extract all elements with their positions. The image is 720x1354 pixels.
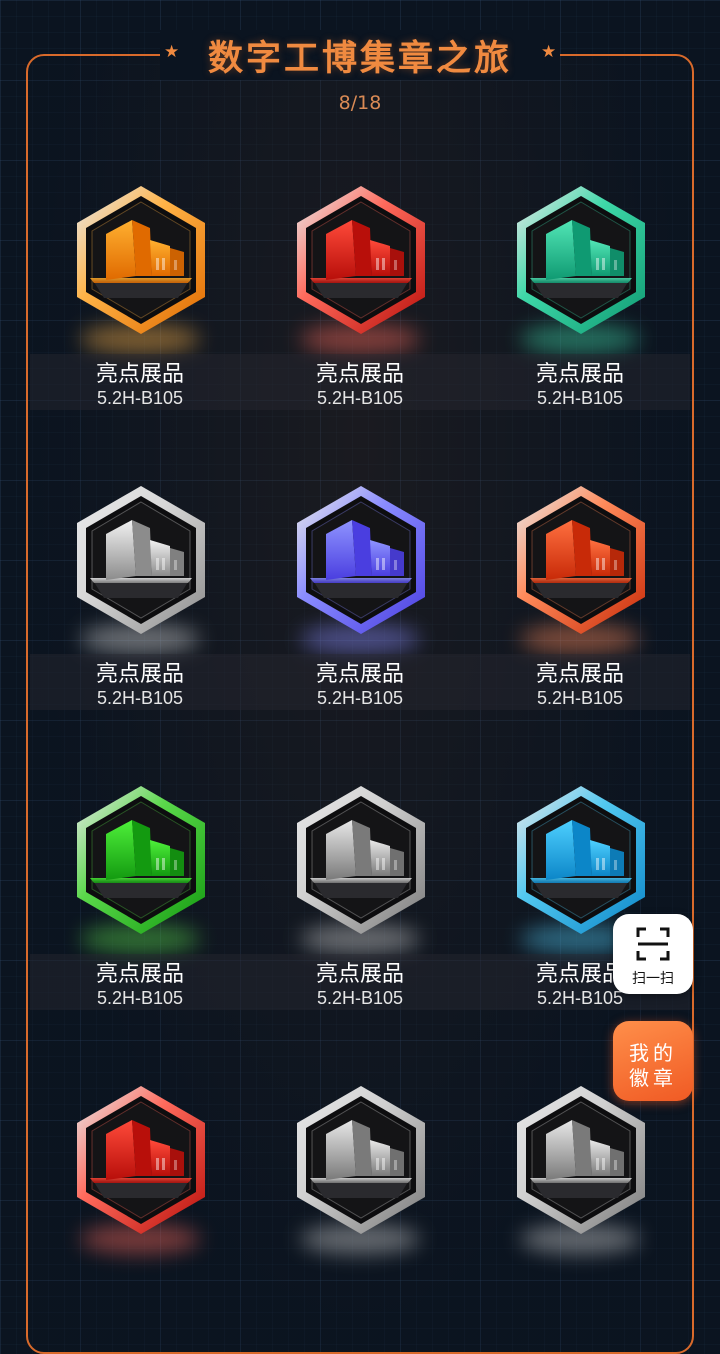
badge-hexagon-icon	[77, 786, 205, 934]
badge-item[interactable]: 亮点展品 5.2H-B105	[30, 484, 250, 744]
badge-hexagon-icon	[297, 186, 425, 334]
badge-name: 亮点展品	[315, 362, 404, 387]
badge-hexagon-icon	[297, 486, 425, 634]
badge-hexagon-icon	[517, 186, 645, 334]
badge-item[interactable]: 亮点展品 5.2H-B105	[30, 184, 250, 444]
badge-item[interactable]: 亮点展品 5.2H-B105	[250, 784, 470, 1044]
badge-name: 亮点展品	[535, 662, 624, 687]
badge-location-code: 5.2H-B105	[96, 988, 184, 1008]
my-badges-button[interactable]: 我的 徽章	[613, 1021, 693, 1101]
badge-item[interactable]: 亮点展品 5.2H-B105	[250, 184, 470, 444]
badge-item[interactable]	[30, 1084, 250, 1344]
badge-name: 亮点展品	[535, 362, 624, 387]
scan-label: 扫一扫	[632, 971, 674, 987]
badge-name: 亮点展品	[95, 962, 184, 987]
badge-item[interactable]: 亮点展品 5.2H-B105	[250, 484, 470, 744]
badge-location-code: 5.2H-B105	[316, 688, 404, 708]
badge-hexagon-icon	[517, 1086, 645, 1234]
badge-hexagon-icon	[517, 486, 645, 634]
badge-name: 亮点展品	[95, 362, 184, 387]
badge-hexagon-icon	[77, 186, 205, 334]
page-title: 数字工博集章之旅	[207, 39, 512, 79]
badge-location-code: 5.2H-B105	[536, 388, 624, 408]
badge-hexagon-icon	[77, 486, 205, 634]
badge-name: 亮点展品	[315, 662, 404, 687]
badge-hexagon-icon	[297, 1086, 425, 1234]
badge-location-code: 5.2H-B105	[316, 988, 404, 1008]
progress-count: 8/18	[338, 92, 382, 114]
badge-location-code: 5.2H-B105	[96, 388, 184, 408]
badge-name: 亮点展品	[95, 662, 184, 687]
badge-item[interactable]	[250, 1084, 470, 1344]
badge-location-code: 5.2H-B105	[536, 688, 624, 708]
badge-location-code: 5.2H-B105	[316, 388, 404, 408]
scan-button[interactable]: 扫一扫	[613, 914, 693, 994]
my-badges-label-line2: 徽章	[629, 1066, 677, 1090]
badge-item[interactable]	[470, 1084, 690, 1344]
badge-name: 亮点展品	[315, 962, 404, 987]
badge-item[interactable]: 亮点展品 5.2H-B105	[470, 484, 690, 744]
badge-location-code: 5.2H-B105	[96, 688, 184, 708]
badge-hexagon-icon	[297, 786, 425, 934]
badge-item[interactable]: 亮点展品 5.2H-B105	[470, 184, 690, 444]
badge-item[interactable]: 亮点展品 5.2H-B105	[30, 784, 250, 1044]
badge-hexagon-icon	[77, 1086, 205, 1234]
scan-icon	[636, 927, 670, 961]
